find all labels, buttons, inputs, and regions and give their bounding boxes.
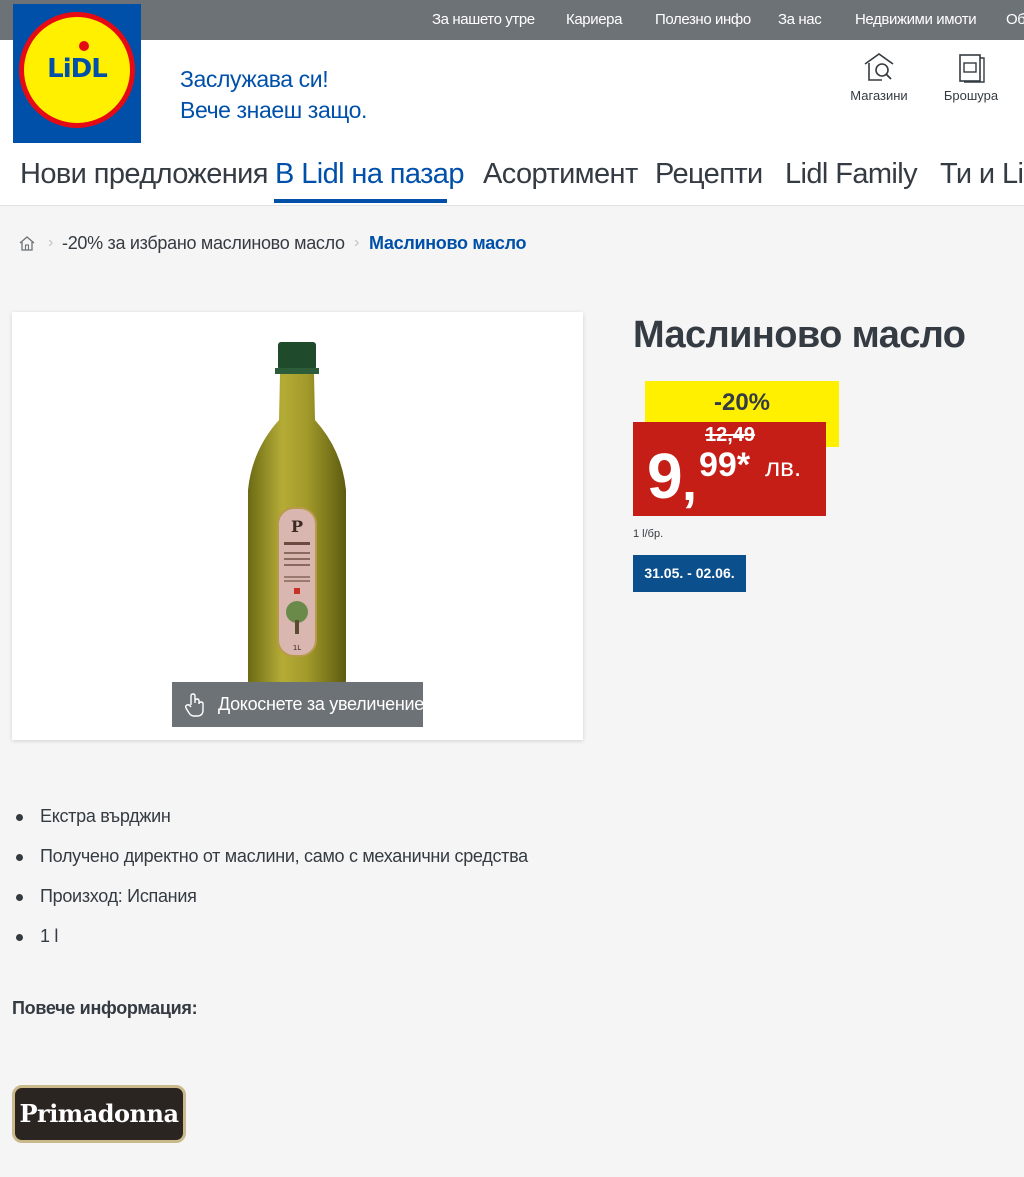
site-header: Заслужава си! Вече знаеш защо. Магазини … (0, 40, 1024, 150)
topbar-link-useful-info[interactable]: Полезно инфо (655, 10, 751, 30)
nav-you-and-lidl[interactable]: Ти и Lid (940, 156, 1024, 192)
stores-label: Магазини (850, 88, 908, 103)
breadcrumb-item-current: Маслиново масло (369, 233, 527, 253)
price-comma: , (682, 452, 698, 512)
list-item: 1 l (16, 923, 528, 963)
brand-logo[interactable]: Primadonna (12, 1085, 186, 1143)
list-item: Произход: Испания (16, 883, 528, 923)
price-whole: 9 (647, 440, 683, 512)
breadcrumb-separator-icon: › (354, 234, 360, 251)
bottle-size-label: 1L (293, 644, 301, 652)
list-item: Получено директно от маслини, само с мех… (16, 843, 528, 883)
brand-name: Primadonna (19, 1099, 180, 1128)
slogan: Заслужава си! Вече знаеш защо. (180, 64, 367, 126)
active-nav-indicator (274, 199, 447, 203)
logo-text: LiDL (47, 54, 108, 84)
discount-text: -20% (713, 389, 771, 416)
nav-recipes[interactable]: Рецепти (655, 156, 763, 192)
topbar-link-real-estate[interactable]: Недвижими имоти (855, 10, 977, 30)
price-currency: лв. (765, 452, 802, 482)
old-price: 12,49 (705, 424, 756, 446)
brochure-icon (959, 54, 985, 83)
breadcrumb-separator-icon: › (48, 234, 54, 251)
topbar-link-about-us[interactable]: За нас (778, 10, 822, 30)
brochure-label: Брошура (943, 88, 999, 103)
home-icon[interactable] (18, 234, 36, 252)
price-box: 12,49 9 , 99* лв. (633, 422, 826, 516)
offer-date-badge: 31.05. - 02.06. (633, 555, 746, 592)
main-navigation: Нови предложения В Lidl на пазар Асортим… (0, 150, 1024, 206)
more-info-heading: Повече информация: (12, 998, 198, 1018)
product-title: Маслиново масло (633, 314, 966, 356)
store-search-icon (864, 53, 894, 81)
logo-dot (79, 41, 89, 51)
price-cents: 99* (699, 446, 751, 484)
feature-list: Екстра върджин Получено директно от масл… (16, 803, 528, 963)
slogan-line-2: Вече знаеш защо. (180, 97, 367, 123)
nav-shopping-at-lidl[interactable]: В Lidl на пазар (275, 156, 464, 192)
topbar-link-careers[interactable]: Кариера (566, 10, 622, 30)
stores-button[interactable]: Магазини (848, 50, 910, 103)
zoom-hint-button[interactable]: Докоснете за увеличение (172, 682, 424, 727)
brochure-button[interactable]: Брошура (940, 50, 1002, 103)
topbar-link-truncated[interactable]: Об (1006, 10, 1024, 30)
nav-new-offers[interactable]: Нови предложения (20, 156, 268, 192)
slogan-line-1: Заслужава си! (180, 66, 329, 92)
breadcrumb-item-category[interactable]: -20% за избрано маслиново масло (62, 232, 345, 254)
olive-oil-bottle-image: P 1L (248, 342, 346, 700)
lidl-logo[interactable]: LiDL (13, 4, 141, 143)
svg-text:P: P (291, 517, 303, 536)
unit-info: 1 l/бр. (633, 528, 664, 540)
nav-assortment[interactable]: Асортимент (483, 156, 638, 192)
product-image-panel[interactable]: P 1L Докоснете за увеличение (12, 312, 583, 740)
top-utility-bar: За нашето утре Кариера Полезно инфо За н… (0, 0, 1024, 40)
list-item: Екстра върджин (16, 803, 528, 843)
hand-pointer-icon (184, 693, 204, 717)
nav-lidl-family[interactable]: Lidl Family (785, 156, 918, 192)
logo-circle: LiDL (19, 12, 135, 128)
zoom-hint-label: Докоснете за увеличение (218, 694, 424, 714)
topbar-link-our-tomorrow[interactable]: За нашето утре (432, 10, 535, 30)
